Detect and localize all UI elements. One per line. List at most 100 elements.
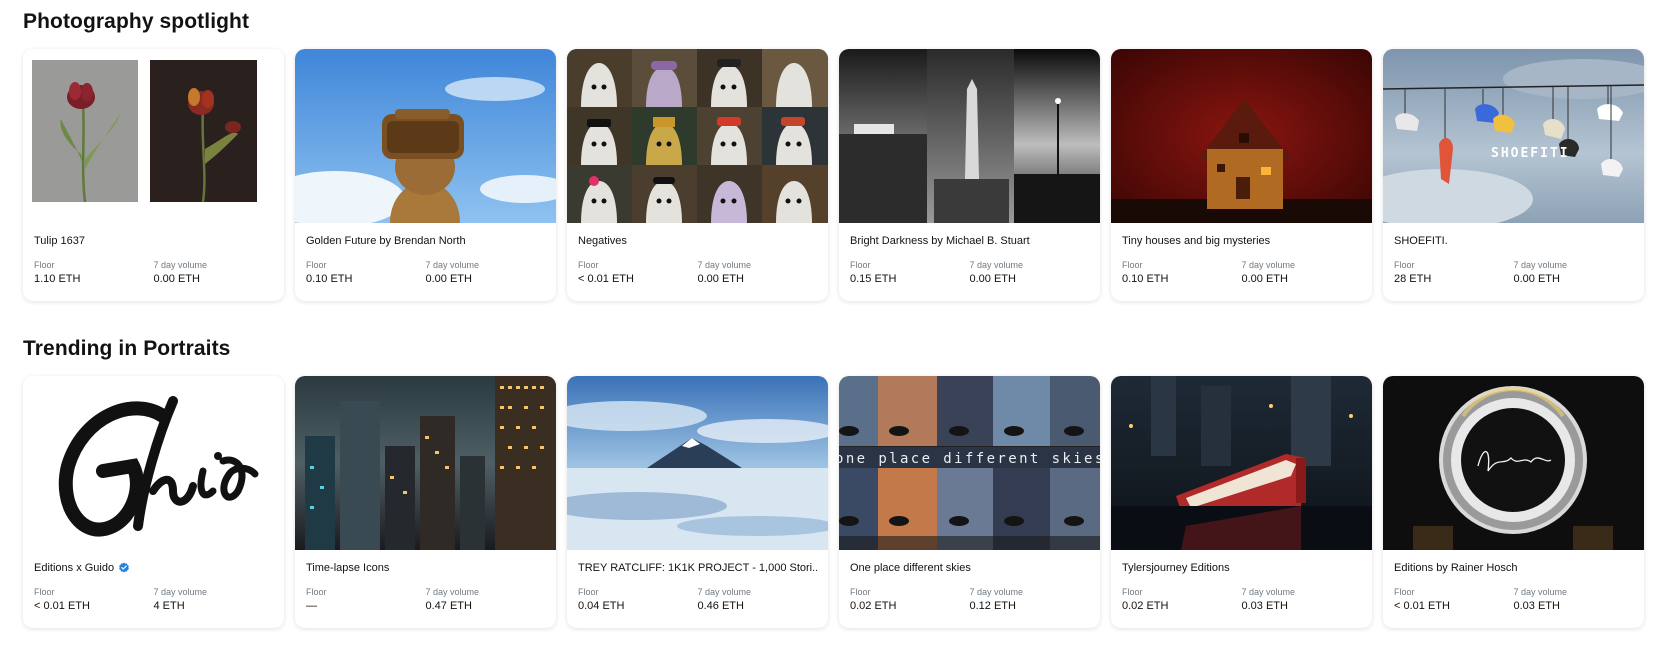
- collection-card-shoefiti[interactable]: SHOEFITI SHOEFITI. Floor 28 ETH 7 day vo…: [1383, 49, 1644, 301]
- card-info: TREY RATCLIFF: 1K1K PROJECT - 1,000 Stor…: [567, 550, 828, 614]
- collection-card-trey-ratcliff[interactable]: TREY RATCLIFF: 1K1K PROJECT - 1,000 Stor…: [567, 376, 828, 628]
- floor-value: 0.04 ETH: [578, 600, 625, 612]
- card-info: Editions by Rainer Hosch Floor < 0.01 ET…: [1383, 550, 1644, 614]
- card-info: Negatives Floor < 0.01 ETH 7 day volume …: [567, 223, 828, 287]
- volume-label: 7 day volume: [1241, 587, 1296, 597]
- collection-name[interactable]: Tylersjourney Editions: [1122, 561, 1361, 575]
- section-trending-in-portraits: Trending in Portraits Editions x Guido F…: [23, 335, 1644, 628]
- volume-value: 0.00 ETH: [969, 273, 1016, 285]
- collection-card-tylersjourney-editions[interactable]: Tylersjourney Editions Floor 0.02 ETH 7 …: [1111, 376, 1372, 628]
- collection-image: [295, 49, 556, 223]
- floor-stat: Floor < 0.01 ETH: [1394, 587, 1514, 614]
- floor-label: Floor: [34, 260, 55, 270]
- collection-image: [23, 49, 284, 223]
- collection-name[interactable]: Bright Darkness by Michael B. Stuart: [850, 234, 1089, 248]
- floor-label: Floor: [850, 260, 871, 270]
- collection-name[interactable]: Editions by Rainer Hosch: [1394, 561, 1633, 575]
- card-stats: Floor — 7 day volume 0.47 ETH: [306, 587, 545, 614]
- card-info: Editions x Guido Floor < 0.01 ETH 7 day …: [23, 550, 284, 614]
- volume-value: 0.12 ETH: [969, 600, 1016, 612]
- card-stats: Floor 0.04 ETH 7 day volume 0.46 ETH: [578, 587, 817, 614]
- collection-card-one-place-different-skies[interactable]: one place different skies One place diff…: [839, 376, 1100, 628]
- shoefiti-graffiti-text: SHOEFITI: [1491, 146, 1570, 161]
- collection-card-time-lapse-icons[interactable]: Time-lapse Icons Floor — 7 day volume 0.…: [295, 376, 556, 628]
- volume-stat: 7 day volume 0.00 ETH: [426, 260, 546, 287]
- collection-card-tulip-1637[interactable]: Tulip 1637 Floor 1.10 ETH 7 day volume 0…: [23, 49, 284, 301]
- volume-stat: 7 day volume 0.00 ETH: [698, 260, 818, 287]
- floor-value: 28 ETH: [1394, 273, 1432, 285]
- floor-stat: Floor 0.02 ETH: [850, 587, 970, 614]
- card-stats: Floor 28 ETH 7 day volume 0.00 ETH: [1394, 260, 1633, 287]
- volume-stat: 7 day volume 0.46 ETH: [698, 587, 818, 614]
- floor-label: Floor: [1122, 587, 1143, 597]
- floor-label: Floor: [306, 260, 327, 270]
- section-title: Photography spotlight: [23, 10, 250, 33]
- floor-value: —: [306, 600, 317, 612]
- volume-value: 4 ETH: [153, 600, 185, 612]
- collection-image: [567, 49, 828, 223]
- floor-stat: Floor < 0.01 ETH: [34, 587, 154, 614]
- floor-stat: Floor 0.02 ETH: [1122, 587, 1242, 614]
- floor-value: < 0.01 ETH: [1394, 600, 1450, 612]
- card-stats: Floor 0.10 ETH 7 day volume 0.00 ETH: [1122, 260, 1361, 287]
- collection-name[interactable]: Tiny houses and big mysteries: [1122, 234, 1361, 248]
- floor-stat: Floor 0.10 ETH: [306, 260, 426, 287]
- floor-label: Floor: [1394, 587, 1415, 597]
- volume-value: 0.46 ETH: [697, 600, 744, 612]
- card-stats: Floor 1.10 ETH 7 day volume 0.00 ETH: [34, 260, 273, 287]
- collection-name[interactable]: Negatives: [578, 234, 817, 248]
- collection-card-editions-x-guido[interactable]: Editions x Guido Floor < 0.01 ETH 7 day …: [23, 376, 284, 628]
- card-stats: Floor < 0.01 ETH 7 day volume 0.03 ETH: [1394, 587, 1633, 614]
- card-info: Bright Darkness by Michael B. Stuart Flo…: [839, 223, 1100, 287]
- collection-name[interactable]: Editions x Guido: [34, 561, 273, 575]
- volume-label: 7 day volume: [1513, 587, 1568, 597]
- collection-name[interactable]: Tulip 1637: [34, 234, 273, 248]
- volume-stat: 7 day volume 0.00 ETH: [970, 260, 1090, 287]
- volume-label: 7 day volume: [697, 587, 752, 597]
- volume-label: 7 day volume: [153, 260, 208, 270]
- collection-image: SHOEFITI: [1383, 49, 1644, 223]
- card-info: Tulip 1637 Floor 1.10 ETH 7 day volume 0…: [23, 223, 284, 287]
- collection-row: Tulip 1637 Floor 1.10 ETH 7 day volume 0…: [23, 49, 1644, 301]
- floor-stat: Floor —: [306, 587, 426, 614]
- collection-card-tiny-houses[interactable]: Tiny houses and big mysteries Floor 0.10…: [1111, 49, 1372, 301]
- volume-value: 0.00 ETH: [1513, 273, 1560, 285]
- volume-value: 0.00 ETH: [153, 273, 200, 285]
- volume-label: 7 day volume: [425, 587, 480, 597]
- collection-name[interactable]: TREY RATCLIFF: 1K1K PROJECT - 1,000 Stor…: [578, 561, 817, 575]
- volume-stat: 7 day volume 0.00 ETH: [1514, 260, 1634, 287]
- volume-value: 0.03 ETH: [1241, 600, 1288, 612]
- volume-label: 7 day volume: [969, 260, 1024, 270]
- card-info: One place different skies Floor 0.02 ETH…: [839, 550, 1100, 614]
- floor-label: Floor: [578, 587, 599, 597]
- collection-card-bright-darkness[interactable]: Bright Darkness by Michael B. Stuart Flo…: [839, 49, 1100, 301]
- volume-stat: 7 day volume 0.03 ETH: [1514, 587, 1634, 614]
- volume-value: 0.00 ETH: [425, 273, 472, 285]
- floor-value: 1.10 ETH: [34, 273, 81, 285]
- collection-row: Editions x Guido Floor < 0.01 ETH 7 day …: [23, 376, 1644, 628]
- volume-label: 7 day volume: [425, 260, 480, 270]
- collection-name[interactable]: Time-lapse Icons: [306, 561, 545, 575]
- collection-card-editions-by-rainer-hosch[interactable]: Editions by Rainer Hosch Floor < 0.01 ET…: [1383, 376, 1644, 628]
- collection-image: [567, 376, 828, 550]
- card-stats: Floor 0.15 ETH 7 day volume 0.00 ETH: [850, 260, 1089, 287]
- collection-name[interactable]: SHOEFITI.: [1394, 234, 1633, 248]
- floor-stat: Floor < 0.01 ETH: [578, 260, 698, 287]
- verified-badge-icon: [119, 562, 130, 573]
- card-info: Golden Future by Brendan North Floor 0.1…: [295, 223, 556, 287]
- collection-card-negatives[interactable]: Negatives Floor < 0.01 ETH 7 day volume …: [567, 49, 828, 301]
- floor-value: 0.10 ETH: [306, 273, 353, 285]
- floor-stat: Floor 0.15 ETH: [850, 260, 970, 287]
- card-stats: Floor 0.02 ETH 7 day volume 0.03 ETH: [1122, 587, 1361, 614]
- volume-stat: 7 day volume 4 ETH: [154, 587, 274, 614]
- collection-card-golden-future[interactable]: Golden Future by Brendan North Floor 0.1…: [295, 49, 556, 301]
- volume-stat: 7 day volume 0.47 ETH: [426, 587, 546, 614]
- floor-label: Floor: [34, 587, 55, 597]
- floor-label: Floor: [578, 260, 599, 270]
- collection-name[interactable]: Golden Future by Brendan North: [306, 234, 545, 248]
- card-info: SHOEFITI. Floor 28 ETH 7 day volume 0.00…: [1383, 223, 1644, 287]
- card-stats: Floor < 0.01 ETH 7 day volume 0.00 ETH: [578, 260, 817, 287]
- floor-stat: Floor 0.04 ETH: [578, 587, 698, 614]
- card-stats: Floor < 0.01 ETH 7 day volume 4 ETH: [34, 587, 273, 614]
- collection-name[interactable]: One place different skies: [850, 561, 1089, 575]
